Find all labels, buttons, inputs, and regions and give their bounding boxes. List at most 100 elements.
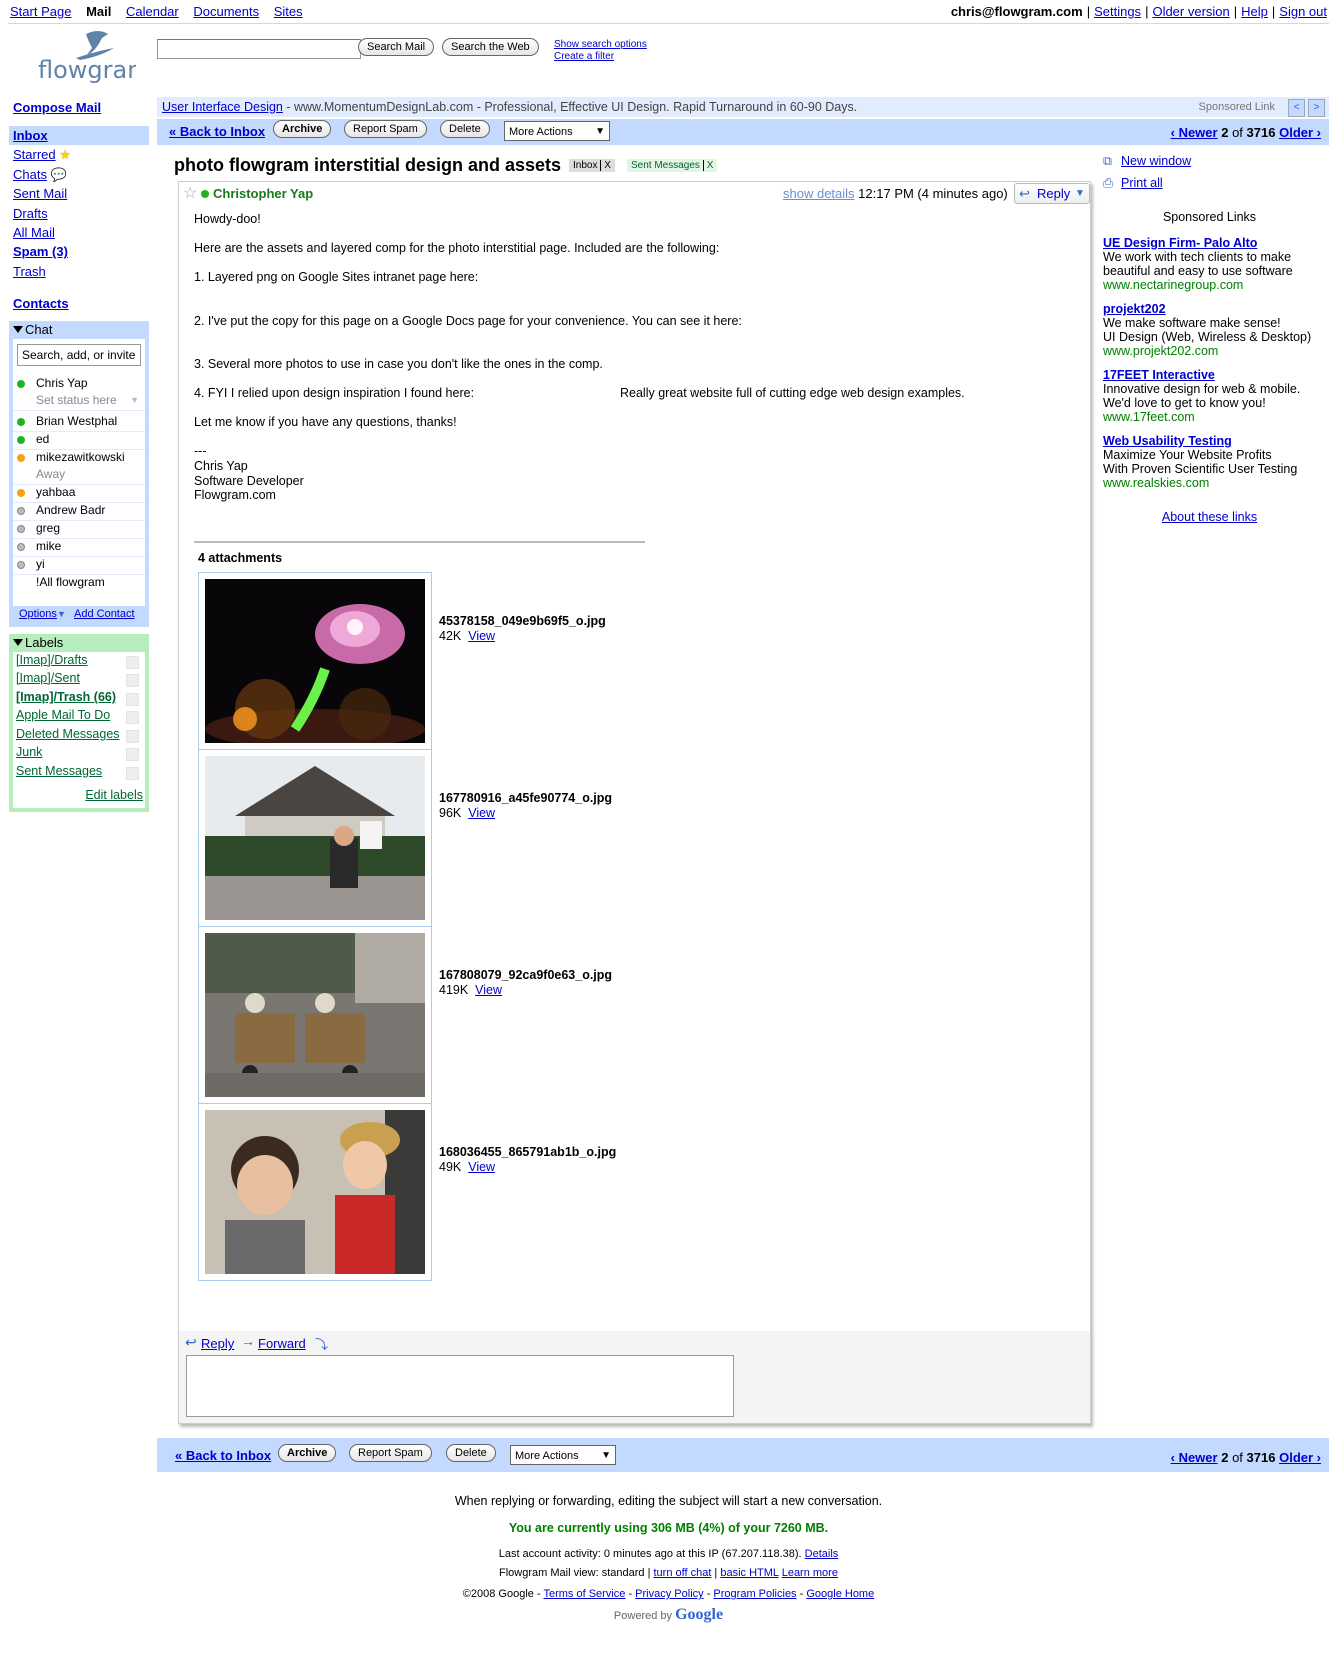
- collapse-triangle-icon[interactable]: [13, 639, 23, 646]
- chat-contact[interactable]: yahbaa: [13, 483, 145, 503]
- more-actions-select[interactable]: More Actions ▼: [510, 1445, 616, 1465]
- star-outline-icon[interactable]: ☆: [183, 183, 197, 203]
- ad-url[interactable]: www.nectarinegroup.com: [1103, 278, 1333, 292]
- nav-calendar[interactable]: Calendar: [126, 4, 179, 19]
- learn-more-link[interactable]: Learn more: [782, 1567, 838, 1579]
- about-these-links[interactable]: About these links: [1162, 510, 1257, 524]
- label-item[interactable]: Deleted Messages: [16, 727, 120, 741]
- nav-start-page[interactable]: Start Page: [10, 4, 71, 19]
- nav-chats[interactable]: Chats 💬: [9, 165, 149, 184]
- older-version-link[interactable]: Older version: [1152, 4, 1229, 19]
- ad-title-link[interactable]: UE Design Firm- Palo Alto: [1103, 236, 1333, 250]
- ad-url[interactable]: www.realskies.com: [1103, 476, 1333, 490]
- label-item[interactable]: [Imap]/Sent: [16, 671, 80, 685]
- ad-title-link[interactable]: projekt202: [1103, 302, 1333, 316]
- add-contact-link[interactable]: Add Contact: [74, 608, 135, 620]
- search-input[interactable]: [157, 39, 361, 59]
- report-spam-button[interactable]: Report Spam: [344, 120, 427, 138]
- label-item[interactable]: Junk: [16, 745, 42, 759]
- details-link[interactable]: Details: [805, 1548, 839, 1560]
- newer-link[interactable]: ‹ Newer: [1171, 1450, 1218, 1465]
- view-link[interactable]: View: [475, 983, 502, 997]
- prev-ad-icon[interactable]: <: [1288, 99, 1305, 117]
- view-link[interactable]: View: [468, 806, 495, 820]
- sign-out-link[interactable]: Sign out: [1279, 4, 1327, 19]
- compose-mail-link[interactable]: Compose Mail: [13, 100, 101, 115]
- chat-contact[interactable]: Brian Westphal: [13, 412, 145, 432]
- remove-tag-icon[interactable]: X: [702, 160, 714, 171]
- older-link[interactable]: Older ›: [1279, 1450, 1321, 1465]
- reply-dropdown-icon[interactable]: ▼: [1075, 184, 1085, 203]
- contacts-link[interactable]: Contacts: [13, 296, 69, 311]
- chat-search-input[interactable]: Search, add, or invite: [17, 344, 141, 366]
- attachment-thumbnail[interactable]: [198, 1103, 432, 1281]
- label-item[interactable]: [Imap]/Drafts: [16, 653, 88, 667]
- nav-sent-mail[interactable]: Sent Mail: [9, 184, 149, 203]
- chat-contact[interactable]: mike: [13, 537, 145, 557]
- google-home-link[interactable]: Google Home: [806, 1588, 874, 1600]
- more-actions-select[interactable]: More Actions ▼: [504, 121, 610, 141]
- label-item[interactable]: Sent Messages: [16, 764, 102, 778]
- basic-html-link[interactable]: basic HTML: [720, 1567, 778, 1579]
- create-filter-link[interactable]: Create a filter: [554, 51, 647, 63]
- ad-url[interactable]: www.projekt202.com: [1103, 344, 1333, 358]
- ad-title-link[interactable]: 17FEET Interactive: [1103, 368, 1333, 382]
- tag-label[interactable]: Inbox: [573, 160, 597, 171]
- label-color-swatch[interactable]: [126, 730, 139, 743]
- label-color-swatch[interactable]: [126, 711, 139, 724]
- back-to-inbox-link[interactable]: « Back to Inbox: [169, 124, 265, 139]
- chat-contact[interactable]: greg: [13, 519, 145, 539]
- search-mail-button[interactable]: Search Mail: [358, 38, 435, 56]
- ad-link[interactable]: User Interface Design: [157, 100, 283, 114]
- ad-url[interactable]: www.17feet.com: [1103, 410, 1333, 424]
- view-link[interactable]: View: [468, 629, 495, 643]
- delete-button[interactable]: Delete: [446, 1444, 496, 1462]
- turn-off-chat-link[interactable]: turn off chat: [653, 1567, 711, 1579]
- tag-label[interactable]: Sent Messages: [631, 160, 700, 171]
- show-search-options-link[interactable]: Show search options: [554, 39, 647, 51]
- attachment-thumbnail[interactable]: [198, 926, 432, 1104]
- program-policies-link[interactable]: Program Policies: [713, 1588, 796, 1600]
- next-ad-icon[interactable]: >: [1308, 99, 1325, 117]
- search-web-button[interactable]: Search the Web: [442, 38, 539, 56]
- older-link[interactable]: Older ›: [1279, 125, 1321, 140]
- chat-contact[interactable]: Andrew Badr: [13, 501, 145, 521]
- label-color-swatch[interactable]: [126, 674, 139, 687]
- chat-status-selector[interactable]: Set status here ▼: [13, 391, 145, 411]
- reply-button[interactable]: ↩ Reply ▼: [1014, 183, 1090, 204]
- new-window-link[interactable]: New window: [1121, 154, 1191, 168]
- edit-labels-link[interactable]: Edit labels: [85, 788, 143, 802]
- quick-reply-textbox[interactable]: [186, 1355, 734, 1417]
- archive-button[interactable]: Archive: [273, 120, 332, 138]
- help-link[interactable]: Help: [1241, 4, 1268, 19]
- label-color-swatch[interactable]: [126, 767, 139, 780]
- chat-contact[interactable]: yi: [13, 555, 145, 575]
- print-all-link[interactable]: Print all: [1121, 176, 1163, 190]
- attachment-thumbnail[interactable]: [198, 572, 432, 750]
- remove-tag-icon[interactable]: X: [600, 160, 611, 171]
- chat-group[interactable]: !All flowgram: [13, 573, 145, 592]
- label-color-swatch[interactable]: [126, 693, 139, 706]
- nav-starred[interactable]: Starred ★: [9, 145, 149, 164]
- label-item[interactable]: Apple Mail To Do: [16, 708, 110, 722]
- nav-drafts[interactable]: Drafts: [9, 204, 149, 223]
- print-all-action[interactable]: ⎙ Print all: [1103, 176, 1333, 198]
- collapse-triangle-icon[interactable]: [13, 326, 23, 333]
- flowgram-logo[interactable]: flowgram: [36, 28, 151, 84]
- reply-link[interactable]: Reply: [201, 1336, 234, 1351]
- nav-mail[interactable]: Mail: [86, 4, 111, 19]
- label-item[interactable]: [Imap]/Trash (66): [16, 690, 116, 704]
- nav-sites[interactable]: Sites: [274, 4, 303, 19]
- chat-options-link[interactable]: Options: [19, 608, 57, 620]
- newer-link[interactable]: ‹ Newer: [1171, 125, 1218, 140]
- delete-button[interactable]: Delete: [440, 120, 490, 138]
- nav-all-mail[interactable]: All Mail: [9, 223, 149, 242]
- archive-button[interactable]: Archive: [278, 1444, 337, 1462]
- label-color-swatch[interactable]: [126, 656, 139, 669]
- ad-title-link[interactable]: Web Usability Testing: [1103, 434, 1333, 448]
- labels-header[interactable]: Labels: [9, 634, 149, 652]
- show-details-link[interactable]: show details: [783, 186, 855, 201]
- chat-header[interactable]: Chat: [9, 321, 149, 339]
- attachment-thumbnail[interactable]: [198, 749, 432, 927]
- back-to-inbox-link[interactable]: « Back to Inbox: [175, 1448, 271, 1463]
